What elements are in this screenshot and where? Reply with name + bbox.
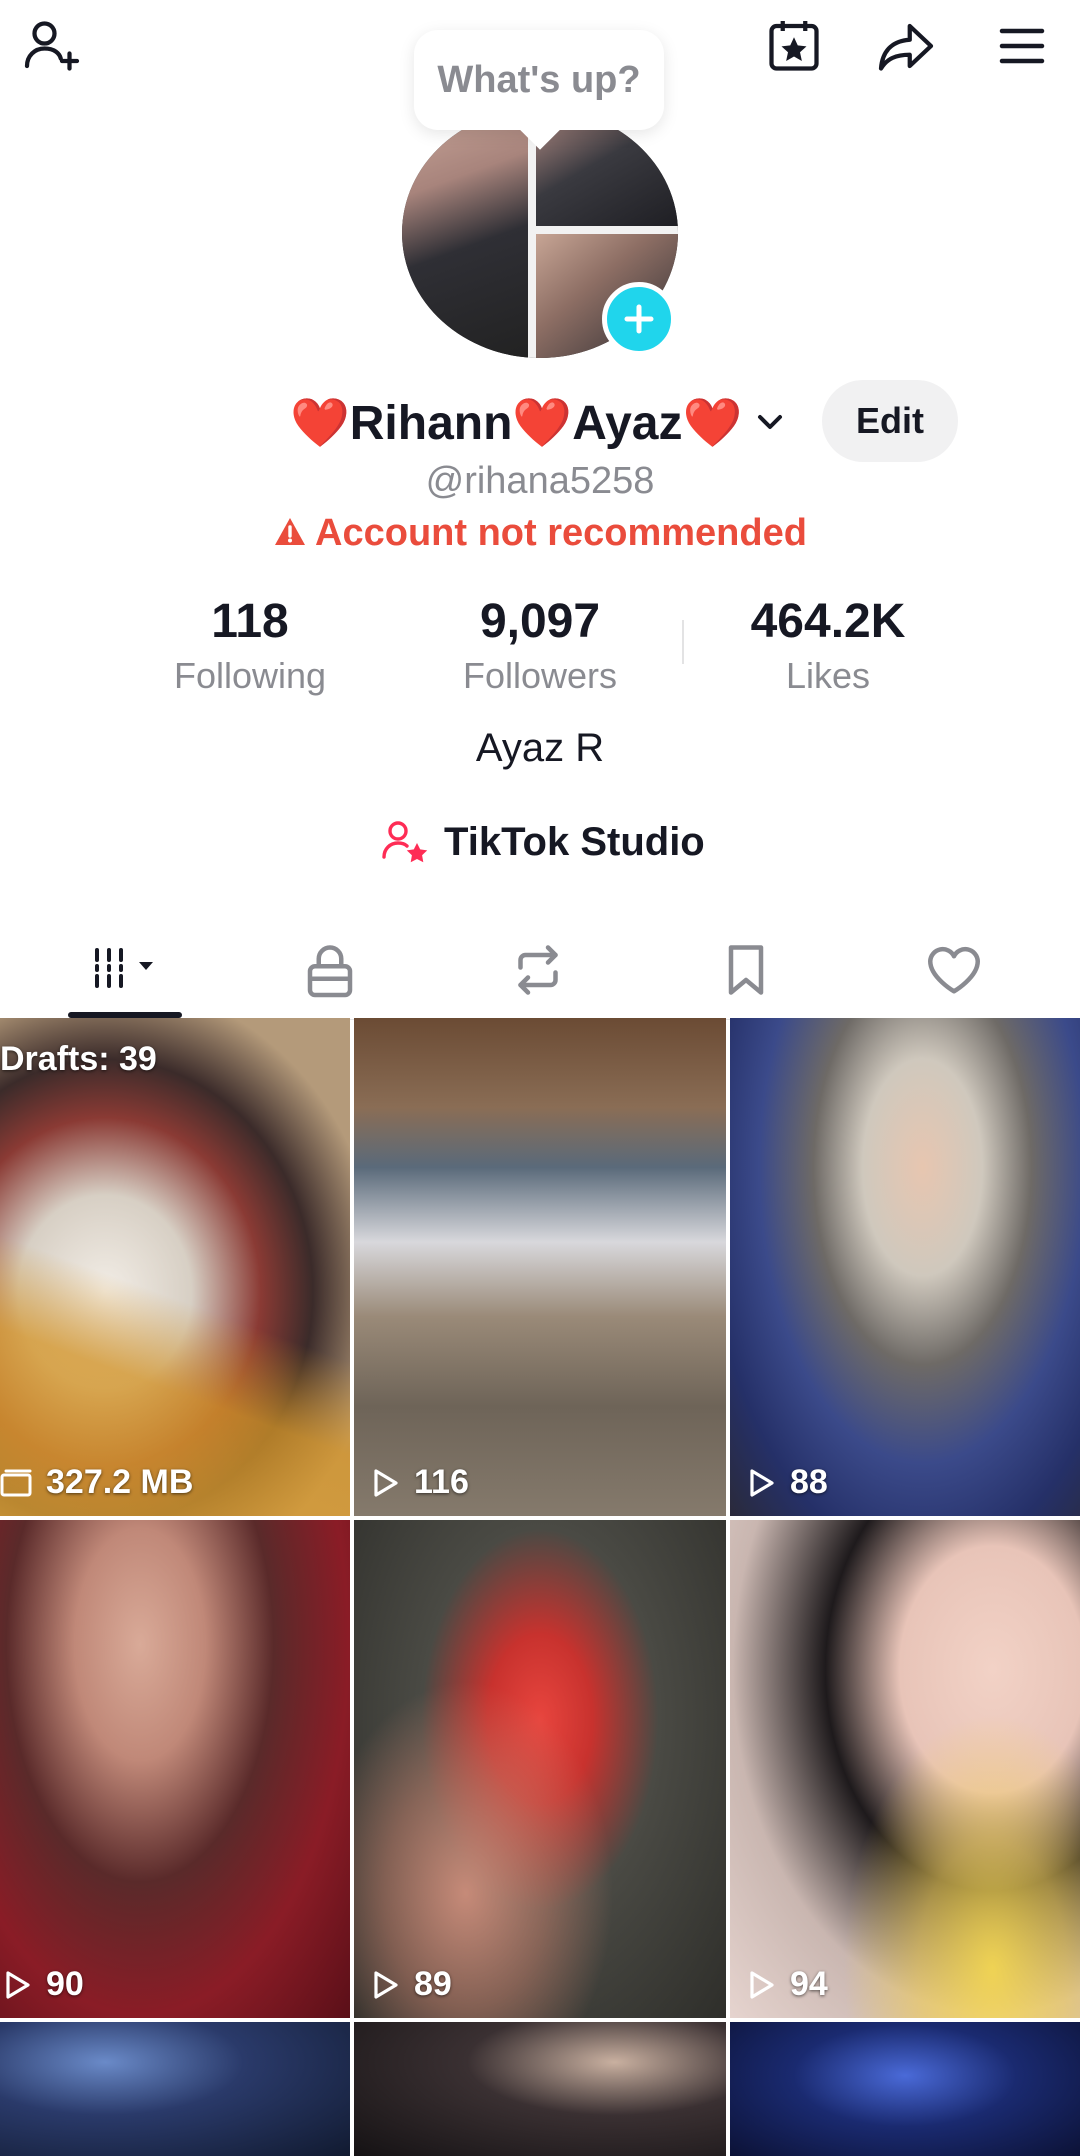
video-thumbnail xyxy=(730,1018,1080,1516)
video-thumbnail xyxy=(354,2022,726,2156)
tab-reposts[interactable] xyxy=(434,920,642,1020)
stat-value: 464.2K xyxy=(750,595,906,648)
avatar-photo-1 xyxy=(402,108,528,358)
tab-videos[interactable] xyxy=(20,920,228,1020)
play-icon xyxy=(750,1970,774,1999)
play-icon xyxy=(750,1468,774,1497)
stat-following[interactable]: 118 Following xyxy=(130,594,370,697)
tab-liked[interactable] xyxy=(850,920,1058,1020)
tab-favorites[interactable] xyxy=(642,920,850,1020)
stat-followers[interactable]: 9,097 Followers xyxy=(420,594,660,697)
creator-star-icon xyxy=(382,821,428,863)
video-tile[interactable]: 89 xyxy=(354,1520,726,2018)
view-count: 94 xyxy=(790,1965,828,2003)
play-icon xyxy=(374,1970,398,1999)
tab-private[interactable] xyxy=(226,920,434,1020)
video-thumbnail xyxy=(354,1018,726,1516)
stat-divider xyxy=(682,620,684,664)
edit-label: Edit xyxy=(856,400,924,441)
status-bubble-text: What's up? xyxy=(437,58,641,101)
video-stat: 90 xyxy=(0,1965,84,2004)
view-count: 90 xyxy=(46,1965,84,2003)
name-text: Ayaz xyxy=(572,397,683,450)
video-stat: 116 xyxy=(368,1463,469,1502)
video-grid: Drafts: 39 327.2 MB 116 88 90 89 94 xyxy=(0,1018,1080,2156)
stat-likes[interactable]: 464.2K Likes xyxy=(708,594,948,697)
video-stat: 327.2 MB xyxy=(0,1463,193,1502)
stat-label: Followers xyxy=(462,655,618,696)
tiktok-studio-label: TikTok Studio xyxy=(444,819,705,864)
play-icon xyxy=(374,1468,398,1497)
video-thumbnail xyxy=(730,2022,1080,2156)
drafts-icon xyxy=(0,1469,32,1496)
thumbnail-overlay xyxy=(354,1520,726,2018)
drafts-tile[interactable]: Drafts: 39 327.2 MB xyxy=(0,1018,350,1516)
profile-tabs xyxy=(0,920,1080,1020)
warning-text: Account not recommended xyxy=(315,512,807,554)
thumbnail-overlay xyxy=(0,1018,350,1516)
video-tile[interactable] xyxy=(354,2022,726,2156)
plus-icon xyxy=(624,304,654,334)
video-thumbnail xyxy=(0,1520,350,2018)
heart-icon xyxy=(928,946,980,994)
status-bubble[interactable]: What's up? xyxy=(414,30,664,130)
heart-emoji: ❤️ xyxy=(512,397,573,450)
chevron-down-icon[interactable] xyxy=(750,402,790,442)
drafts-count: Drafts: 39 xyxy=(0,1040,157,1078)
share-icon[interactable] xyxy=(874,14,938,78)
account-warning[interactable]: Account not recommended xyxy=(0,512,1080,555)
view-count: 116 xyxy=(414,1463,469,1501)
bookmark-icon xyxy=(728,945,764,995)
menu-icon[interactable] xyxy=(990,14,1054,78)
view-count: 89 xyxy=(414,1965,452,2003)
stat-label: Following xyxy=(173,655,327,696)
heart-emoji: ❤️ xyxy=(682,397,743,450)
video-thumbnail xyxy=(0,2022,350,2156)
profile-stats: 118 Following 9,097 Followers 464.2K Lik… xyxy=(0,594,1080,704)
stat-value: 9,097 xyxy=(479,595,601,648)
video-tile[interactable]: 116 xyxy=(354,1018,726,1516)
heart-emoji: ❤️ xyxy=(290,397,350,450)
video-tile[interactable]: 94 xyxy=(730,1520,1080,2018)
video-tile[interactable] xyxy=(0,2022,350,2156)
display-name[interactable]: ❤️Rihann❤️Ayaz❤️ xyxy=(290,394,742,451)
video-tile[interactable]: 88 xyxy=(730,1018,1080,1516)
warning-icon xyxy=(275,518,306,545)
name-text: Rihann xyxy=(349,397,513,450)
video-stat: 88 xyxy=(744,1463,828,1502)
videos-grid-icon xyxy=(95,948,153,988)
lock-icon xyxy=(307,945,353,998)
play-icon xyxy=(6,1970,30,1999)
video-stat: 94 xyxy=(744,1965,828,2004)
profile-name-row: ❤️Rihann❤️Ayaz❤️ Edit xyxy=(0,380,1080,464)
add-avatar-button[interactable] xyxy=(602,282,676,356)
calendar-star-icon[interactable] xyxy=(762,14,826,78)
tiktok-studio-link[interactable]: TikTok Studio xyxy=(380,812,705,872)
file-size: 327.2 MB xyxy=(46,1463,194,1501)
repost-icon xyxy=(518,945,558,995)
avatar-divider xyxy=(536,226,678,234)
stat-value: 118 xyxy=(211,595,289,648)
thumbnail-overlay xyxy=(730,1520,1080,2018)
video-stat: 89 xyxy=(368,1965,452,2004)
edit-profile-button[interactable]: Edit xyxy=(822,380,958,462)
bio-text: Ayaz R xyxy=(475,726,605,770)
add-friend-icon[interactable] xyxy=(20,14,84,78)
view-count: 88 xyxy=(790,1463,828,1501)
video-tile[interactable] xyxy=(730,2022,1080,2156)
video-tile[interactable]: 90 xyxy=(0,1520,350,2018)
username-handle: @rihana5258 xyxy=(425,460,655,502)
stat-label: Likes xyxy=(785,655,871,696)
